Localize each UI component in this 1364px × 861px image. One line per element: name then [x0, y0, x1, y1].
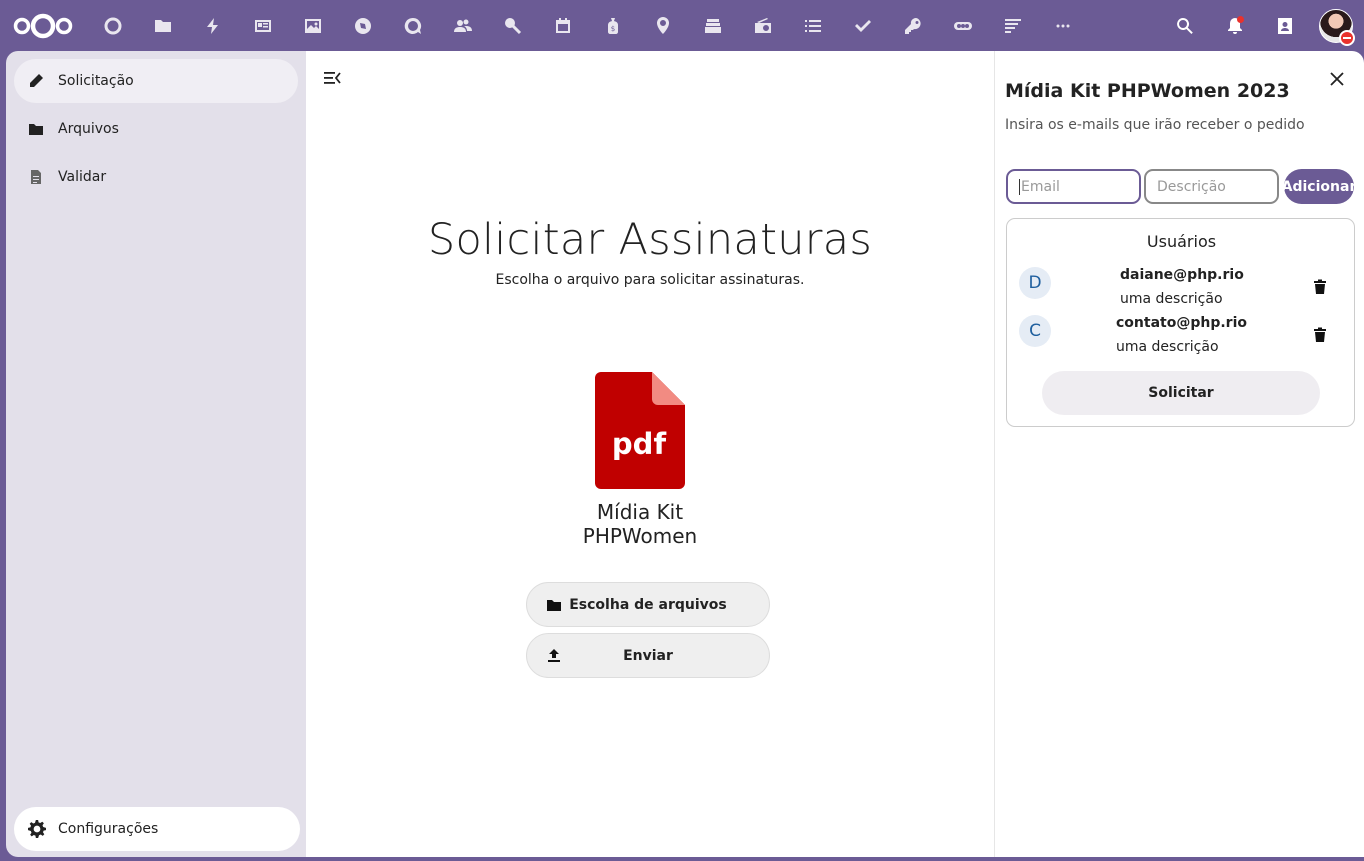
sidebar-item-label: Validar	[58, 169, 107, 185]
page-subtitle: Escolha o arquivo para solicitar assinat…	[495, 272, 805, 288]
pdf-file-icon: pdf	[595, 372, 685, 489]
choose-files-label: Escolha de arquivos	[569, 596, 727, 613]
delete-user-button[interactable]	[1312, 279, 1328, 295]
activity-icon[interactable]	[202, 15, 224, 37]
user-description: uma descrição	[1120, 291, 1223, 307]
file-name-line-2: PHPWomen	[582, 524, 698, 548]
talk-icon[interactable]	[402, 15, 424, 37]
trash-icon	[1314, 327, 1326, 342]
sidebar-item-label: Solicitação	[58, 73, 134, 89]
user-avatar-initial: D	[1019, 267, 1051, 299]
description-placeholder: Descrição	[1157, 178, 1226, 195]
more-apps-icon[interactable]	[1052, 15, 1074, 37]
settings-label: Configurações	[58, 821, 159, 837]
settings-button[interactable]: Configurações	[14, 807, 300, 851]
notifications-icon[interactable]	[1224, 15, 1246, 37]
sidebar-panel: Mídia Kit PHPWomen 2023 Insira os e-mail…	[994, 51, 1364, 857]
photos-icon[interactable]	[302, 15, 324, 37]
selected-file-name: Mídia Kit PHPWomen	[540, 500, 740, 548]
send-label: Enviar	[623, 647, 673, 664]
notes-icon[interactable]	[1002, 15, 1024, 37]
search-icon[interactable]	[1174, 15, 1196, 37]
do-not-disturb-status-icon	[1339, 30, 1355, 46]
text-caret	[1019, 178, 1020, 195]
app-navigation: Solicitação Arquivos Validar Configuraçõ…	[6, 51, 306, 857]
user-description: uma descrição	[1116, 339, 1219, 355]
pdf-badge-text: pdf	[612, 427, 667, 461]
email-input[interactable]: Email	[1006, 169, 1141, 204]
nextcloud-logo[interactable]	[12, 13, 74, 39]
location-icon[interactable]	[652, 15, 674, 37]
document-icon	[31, 170, 41, 184]
files-icon[interactable]	[152, 15, 174, 37]
user-email: daiane@php.rio	[1120, 267, 1244, 283]
radio-icon[interactable]	[752, 15, 774, 37]
users-list: Usuários D daiane@php.rio uma descrição …	[1006, 218, 1355, 427]
contacts-icon[interactable]	[452, 15, 474, 37]
calendar-icon[interactable]	[552, 15, 574, 37]
dashboard-icon[interactable]	[102, 15, 124, 37]
user-avatar-initial: C	[1019, 315, 1051, 347]
passwords-icon[interactable]	[902, 15, 924, 37]
add-button[interactable]: Adicionar	[1282, 169, 1356, 204]
description-input[interactable]: Descrição	[1144, 169, 1279, 204]
contacts-menu-icon[interactable]	[1274, 15, 1296, 37]
request-signatures-button[interactable]: Solicitar	[1042, 371, 1320, 415]
sidebar-item-validar[interactable]: Validar	[14, 155, 298, 199]
news-icon[interactable]	[252, 15, 274, 37]
tasks-icon[interactable]	[852, 15, 874, 37]
sidebar-item-label: Arquivos	[58, 121, 119, 137]
sidebar-item-arquivos[interactable]: Arquivos	[14, 107, 298, 151]
choose-files-button[interactable]: Escolha de arquivos	[526, 582, 770, 627]
deck-icon[interactable]	[702, 15, 724, 37]
user-email: contato@php.rio	[1116, 315, 1247, 331]
page-title: Solicitar Assinaturas	[427, 215, 873, 265]
email-placeholder: Email	[1021, 178, 1060, 195]
panel-subtitle: Insira os e-mails que irão receber o ped…	[1005, 117, 1305, 133]
libresign-icon[interactable]	[952, 15, 974, 37]
panel-title: Mídia Kit PHPWomen 2023	[1005, 80, 1290, 102]
close-icon[interactable]	[1329, 71, 1345, 87]
folder-icon	[547, 599, 561, 611]
trash-icon	[1314, 279, 1326, 294]
svg-text:$: $	[611, 25, 615, 33]
gear-icon	[28, 820, 46, 838]
pencil-icon	[30, 74, 43, 87]
delete-user-button[interactable]	[1312, 327, 1328, 343]
main-content: Solicitar Assinaturas Escolha o arquivo …	[306, 51, 994, 857]
notification-badge	[1237, 16, 1244, 23]
cospend-icon[interactable]: $	[602, 15, 624, 37]
menu-toggle-icon[interactable]	[323, 69, 341, 87]
upload-icon	[548, 648, 560, 662]
send-button[interactable]: Enviar	[526, 633, 770, 678]
search-app-icon[interactable]	[502, 15, 524, 37]
top-bar: $	[0, 0, 1364, 52]
folder-icon	[29, 124, 43, 135]
sidebar-item-solicitacao[interactable]: Solicitação	[14, 59, 298, 103]
users-title: Usuários	[1146, 232, 1217, 251]
list-icon[interactable]	[802, 15, 824, 37]
file-name-line-1: Mídia Kit	[596, 500, 684, 524]
maps-icon[interactable]	[352, 15, 374, 37]
